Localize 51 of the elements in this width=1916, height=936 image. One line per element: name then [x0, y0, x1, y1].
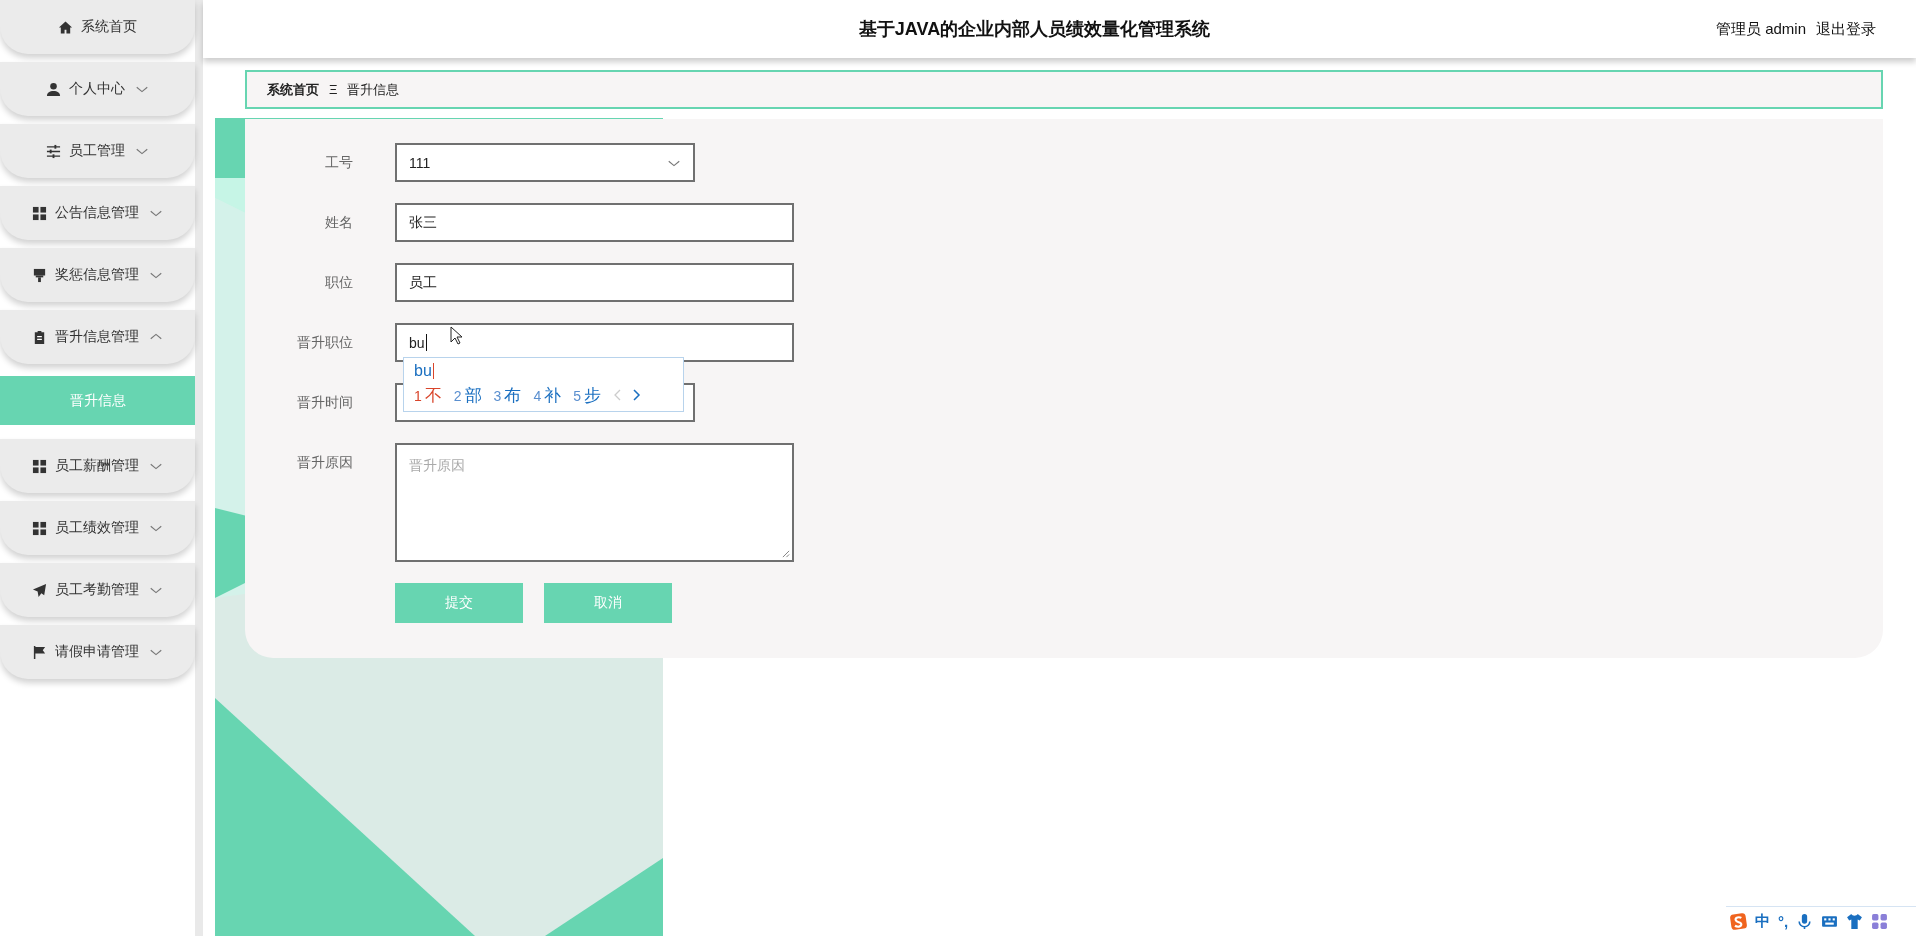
grid-icon — [32, 205, 47, 221]
ime-candidate[interactable]: 5 步 — [573, 383, 601, 407]
input-field[interactable]: 张三 — [395, 203, 794, 242]
ime-candidate[interactable]: 1 不 — [414, 383, 442, 407]
shirt-icon — [1846, 913, 1864, 930]
ime-mode[interactable]: 中 — [1755, 912, 1770, 931]
field-label: 晋升职位 — [296, 333, 354, 352]
sidebar-item[interactable]: 个人中心 — [0, 62, 195, 116]
sidebar-item[interactable]: 员工薪酬管理 — [0, 439, 195, 493]
chevron-left-icon — [613, 389, 621, 401]
ime-composition: bu — [414, 362, 432, 380]
sidebar-item[interactable]: 奖惩信息管理 — [0, 248, 195, 302]
sidebar-item[interactable]: 员工绩效管理 — [0, 501, 195, 555]
sidebar-item[interactable]: 公告信息管理 — [0, 186, 195, 240]
user-icon — [46, 81, 61, 97]
field-label: 工号 — [324, 153, 354, 172]
field-label: 晋升原因 — [296, 453, 354, 472]
keyboard-icon — [1821, 913, 1839, 930]
field-label: 晋升时间 — [296, 393, 354, 412]
breadcrumb-current: 晋升信息 — [347, 80, 400, 99]
home-icon — [58, 19, 73, 35]
sidebar-item[interactable]: 晋升信息管理 — [0, 310, 195, 364]
logout-link[interactable]: 退出登录 — [1816, 19, 1876, 39]
brush-icon — [32, 267, 47, 283]
grid-icon — [32, 458, 47, 474]
field-label: 姓名 — [324, 213, 354, 232]
apps-icon — [1871, 913, 1889, 930]
ime-candidate[interactable]: 4 补 — [533, 383, 562, 407]
ime-candidate[interactable]: 3 布 — [493, 383, 522, 407]
resize-grip-icon — [782, 550, 790, 558]
mouse-cursor-icon — [450, 326, 463, 345]
grid-icon — [32, 520, 47, 536]
select-field[interactable]: 111 — [395, 143, 695, 182]
field-label: 职位 — [324, 273, 354, 292]
flag-icon — [32, 644, 47, 660]
chevron-right-icon — [633, 389, 641, 401]
ime-candidate[interactable]: 2 部 — [453, 383, 482, 407]
sidebar-item[interactable]: 系统首页 — [0, 0, 195, 54]
breadcrumb-link[interactable]: 系统首页 — [267, 80, 319, 99]
sidebar-item[interactable]: 员工管理 — [0, 124, 195, 178]
user-label: 管理员 admin — [1715, 19, 1806, 39]
sidebar-item[interactable]: 员工考勤管理 — [0, 563, 195, 617]
breadcrumb-separator: Ξ — [329, 82, 338, 97]
sidebar-item[interactable]: 请假申请管理 — [0, 625, 195, 679]
app-title: 基于JAVA的企业内部人员绩效量化管理系统 — [857, 18, 1212, 41]
logo-icon — [1730, 913, 1747, 930]
sliders-icon — [46, 143, 61, 159]
clipboard-icon — [32, 329, 47, 345]
punctuation-toggle[interactable]: °, — [1778, 913, 1789, 930]
input-field[interactable]: 员工 — [395, 263, 794, 302]
paper-plane-icon — [32, 582, 47, 598]
